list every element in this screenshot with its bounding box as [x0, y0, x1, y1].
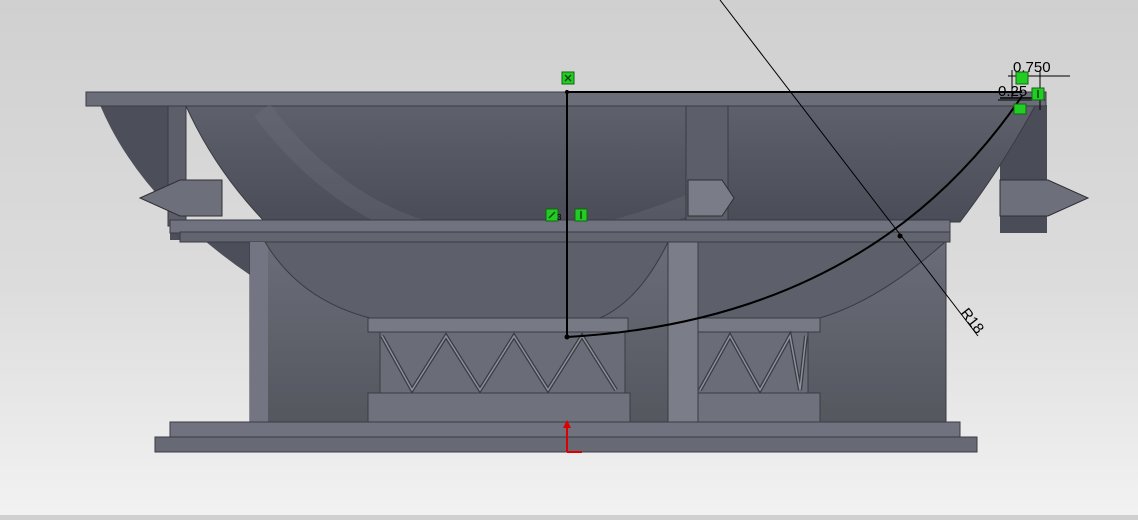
clip-right: [999, 179, 1090, 217]
part-model[interactable]: [85, 91, 1090, 453]
vertical-relation-icon[interactable]: [574, 208, 588, 222]
lower-housing-left-wall: [250, 242, 268, 422]
spring-plate-top-right: [697, 317, 821, 333]
spring-plate-bottom-right: [697, 392, 821, 424]
graphics-viewport[interactable]: 0.750 0.25 R18 3: [0, 0, 1138, 515]
middle-band: [179, 231, 951, 243]
sketch-point-top[interactable]: [565, 90, 569, 94]
spring-plate-top: [367, 317, 629, 333]
spring-plate-bottom: [367, 392, 631, 424]
sketch-point-bottom[interactable]: [564, 334, 570, 340]
dimension-radius[interactable]: R18: [957, 305, 987, 337]
center-post: [667, 241, 699, 423]
fix-relation-icon[interactable]: [561, 71, 575, 85]
svg-text:3: 3: [557, 213, 562, 222]
upper-bowl-right: [727, 105, 1036, 223]
arc-point[interactable]: [897, 233, 903, 239]
dimension-small-offset[interactable]: 0.25: [998, 83, 1027, 100]
